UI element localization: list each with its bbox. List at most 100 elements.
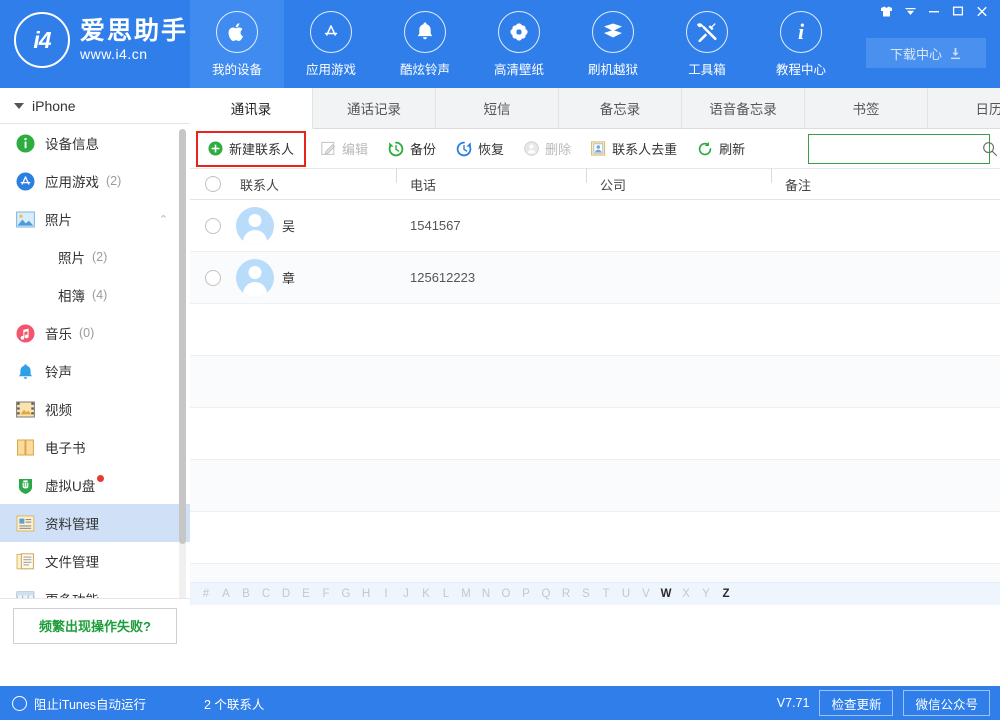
sidebar-subitem-photos[interactable]: 照片 (2) [0,238,190,276]
sidebar-scrollbar-thumb[interactable] [179,129,186,544]
tools-icon [686,11,728,53]
logo-mark-icon: i4 [14,12,70,68]
block-itunes-toggle[interactable]: 阻止iTunes自动运行 [0,694,190,713]
alphabet-letter-l[interactable]: L [436,588,456,600]
search-input[interactable] [809,137,982,161]
app-window: i4 爱思助手 www.i4.cn 我的设备 应用游戏 [0,0,1000,720]
alphabet-letter-x[interactable]: X [676,588,696,600]
alphabet-letter-m[interactable]: M [456,588,476,600]
alphabet-letter-g[interactable]: G [336,588,356,600]
row-checkbox[interactable] [190,270,236,286]
sidebar-item-music[interactable]: 音乐 (0) [0,314,190,352]
alphabet-letter-j[interactable]: J [396,588,416,600]
wechat-official-button[interactable]: 微信公众号 [903,690,990,716]
column-header-name[interactable]: 联系人 [236,175,406,194]
sidebar-item-more-features[interactable]: 更多功能 [0,580,190,599]
alphabet-letter-k[interactable]: K [416,588,436,600]
device-name: iPhone [32,98,76,114]
delete-label: 删除 [545,139,571,158]
alphabet-letter-t[interactable]: T [596,588,616,600]
check-update-button[interactable]: 检查更新 [819,690,893,716]
alphabet-letter-f[interactable]: F [316,588,336,600]
table-row-empty [190,356,1000,408]
sidebar-subitem-count: (4) [92,288,107,302]
device-selector[interactable]: iPhone [0,88,190,124]
column-header-phone[interactable]: 电话 [406,175,596,194]
tab-notes[interactable]: 备忘录 [559,88,682,128]
minimize-icon[interactable] [922,0,946,22]
delete-button: 删除 [515,135,580,163]
operation-failure-help-button[interactable]: 频繁出现操作失败? [13,608,177,644]
alphabet-letter-q[interactable]: Q [536,588,556,600]
skin-icon[interactable] [874,0,898,22]
row-checkbox[interactable] [190,218,236,234]
tab-contacts[interactable]: 通讯录 [190,88,313,129]
alphabet-letter-h[interactable]: H [356,588,376,600]
nav-item-flash-jailbreak[interactable]: 刷机越狱 [566,0,660,88]
sidebar-item-photos[interactable]: 照片 ⌃ [0,200,190,238]
nav-item-toolbox[interactable]: 工具箱 [660,0,754,88]
sidebar-item-ringtone[interactable]: 铃声 [0,352,190,390]
alphabet-letter-i[interactable]: I [376,588,396,600]
table-header: 联系人 电话 公司 备注 [190,169,1000,200]
select-all-checkbox[interactable] [190,176,236,192]
refresh-button[interactable]: 刷新 [688,135,754,163]
dedupe-contacts-button[interactable]: 联系人去重 [582,135,686,163]
tab-calendar[interactable]: 日历 [928,88,1000,128]
menu-chevron-down-icon[interactable] [898,0,922,22]
tab-call-history[interactable]: 通话记录 [313,88,436,128]
alphabet-letter-z[interactable]: Z [716,588,736,600]
version-label: V7.71 [777,696,810,710]
sidebar-scrollbar[interactable] [179,129,186,599]
column-header-note[interactable]: 备注 [781,175,1000,194]
alphabet-letter-r[interactable]: R [556,588,576,600]
cell-phone: 1541567 [406,218,600,233]
alphabet-letter-v[interactable]: V [636,588,656,600]
table-row[interactable]: 章 125612223 [190,252,1000,304]
backup-label: 备份 [410,139,436,158]
sidebar-item-apps-games[interactable]: 应用游戏 (2) [0,162,190,200]
backup-button[interactable]: 备份 [379,135,445,163]
sidebar-item-virtual-usb[interactable]: 虚拟U盘 [0,466,190,504]
new-contact-button[interactable]: 新建联系人 [196,131,306,167]
alphabet-letter-o[interactable]: O [496,588,516,600]
close-icon[interactable] [970,0,994,22]
alphabet-letter-d[interactable]: D [276,588,296,600]
sidebar-item-file-management[interactable]: 文件管理 [0,542,190,580]
sidebar-item-device-info[interactable]: 设备信息 [0,124,190,162]
alphabet-letter-b[interactable]: B [236,588,256,600]
alphabet-letter-w[interactable]: W [656,588,676,600]
search-box[interactable] [808,134,990,164]
sidebar-item-video[interactable]: 视频 [0,390,190,428]
table-row[interactable]: 吴 1541567 [190,200,1000,252]
sidebar-item-ebook[interactable]: 电子书 [0,428,190,466]
appstore-circle-icon [14,170,36,192]
alphabet-letter-u[interactable]: U [616,588,636,600]
tab-sms[interactable]: 短信 [436,88,559,128]
alphabet-letter-c[interactable]: C [256,588,276,600]
download-center-button[interactable]: 下载中心 [866,38,986,68]
nav-item-wallpapers[interactable]: 高清壁纸 [472,0,566,88]
tab-bookmarks[interactable]: 书签 [805,88,928,128]
alphabet-letter-p[interactable]: P [516,588,536,600]
alphabet-letter-n[interactable]: N [476,588,496,600]
alphabet-letter-a[interactable]: A [216,588,236,600]
nav-item-tutorials[interactable]: i 教程中心 [754,0,848,88]
sidebar-item-data-management[interactable]: 资料管理 [0,504,190,542]
column-header-company[interactable]: 公司 [596,175,781,194]
nav-item-apps-games[interactable]: 应用游戏 [284,0,378,88]
chevron-up-icon[interactable]: ⌃ [159,213,168,226]
maximize-icon[interactable] [946,0,970,22]
contact-count-label: 2 个联系人 [190,694,777,713]
sidebar-item-label: 应用游戏 [45,171,99,191]
sidebar-subitem-albums[interactable]: 相簿 (4) [0,276,190,314]
search-icon[interactable] [982,141,998,157]
alphabet-letter-s[interactable]: S [576,588,596,600]
alphabet-letter-hash[interactable]: # [196,588,216,600]
restore-button[interactable]: 恢复 [447,135,513,163]
alphabet-letter-e[interactable]: E [296,588,316,600]
alphabet-letter-y[interactable]: Y [696,588,716,600]
nav-item-ringtones[interactable]: 酷炫铃声 [378,0,472,88]
nav-item-my-device[interactable]: 我的设备 [190,0,284,88]
tab-voice-memos[interactable]: 语音备忘录 [682,88,805,128]
